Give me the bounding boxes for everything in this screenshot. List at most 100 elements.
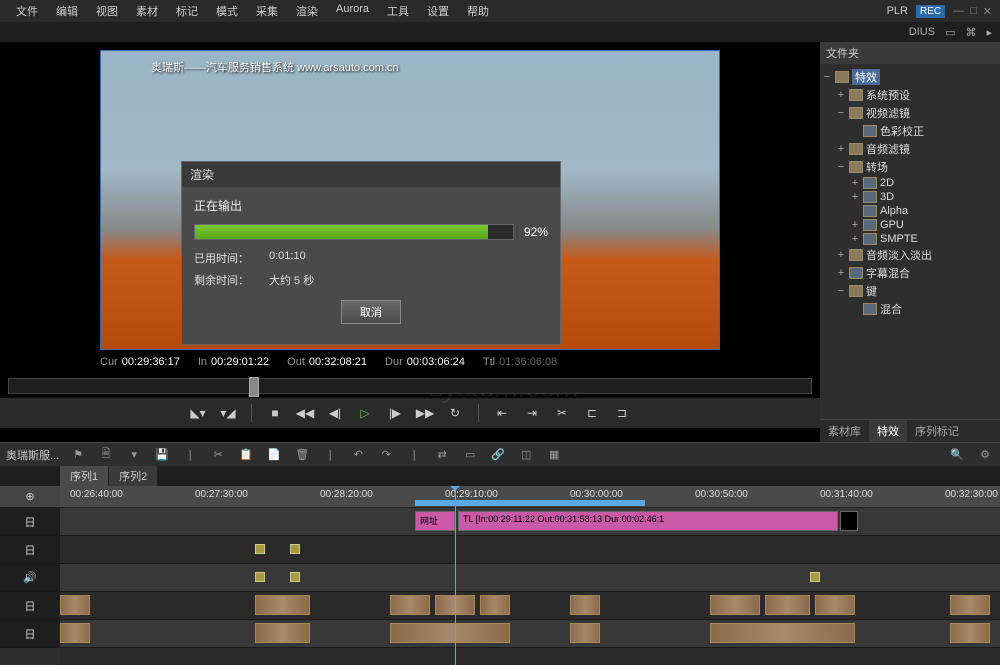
split-icon[interactable]: ✂ — [551, 404, 573, 422]
audio-clip[interactable] — [60, 623, 90, 643]
tl-flag-icon[interactable]: ⚑ — [69, 447, 87, 463]
play-button[interactable]: ▷ — [354, 404, 376, 422]
marker-clip[interactable] — [290, 572, 300, 582]
tab-markers[interactable]: 序列标记 — [907, 420, 967, 442]
ffwd-button[interactable]: ▶▶ — [414, 404, 436, 422]
fx-alpha[interactable]: Alpha — [880, 205, 908, 217]
viewer-frame[interactable]: 奥瑞斯——汽车服务销售系统 www.arsauto.com.cn 渲染 正在输出… — [100, 50, 720, 350]
video-clip[interactable] — [710, 595, 760, 615]
layout-icon[interactable]: ▭ — [945, 26, 955, 39]
track-header-v1[interactable]: 日 — [0, 536, 60, 564]
tl-undo-icon[interactable]: ↶ — [349, 447, 367, 463]
fx-video-filter[interactable]: 视频滤镜 — [866, 105, 910, 121]
tl-link-icon[interactable]: 🔗 — [489, 447, 507, 463]
video-clip[interactable] — [570, 595, 600, 615]
fx-audio-filter[interactable]: 音频滤镜 — [866, 141, 910, 157]
menu-settings[interactable]: 设置 — [419, 1, 457, 21]
title-clip-2[interactable]: TL [In:00:29:11:22 Out:00:31:58:13 Dur:0… — [458, 511, 838, 531]
rewind-button[interactable]: ◀◀ — [294, 404, 316, 422]
expand-icon[interactable]: − — [836, 161, 846, 173]
track-header-a1[interactable]: 🔊 — [0, 564, 60, 592]
mark-in-icon[interactable]: ◣▾ — [187, 404, 209, 422]
track-title[interactable]: 网址 TL [In:00:29:11:22 Out:00:31:58:13 Du… — [60, 508, 1000, 536]
stop-button[interactable]: ■ — [264, 404, 286, 422]
fx-3d[interactable]: 3D — [880, 191, 894, 203]
close-icon[interactable]: ✕ — [983, 5, 992, 18]
track-a0[interactable] — [60, 620, 1000, 648]
fx-color-correct[interactable]: 色彩校正 — [880, 123, 924, 139]
audio-clip[interactable] — [570, 623, 600, 643]
video-clip[interactable] — [255, 595, 310, 615]
fx-audio-fade[interactable]: 音频淡入淡出 — [866, 247, 932, 263]
fx-title-mix[interactable]: 字幕混合 — [866, 265, 910, 281]
track-header-a0[interactable]: 日 — [0, 620, 60, 648]
sequence-tab-2[interactable]: 序列2 — [109, 466, 158, 486]
title-clip-1[interactable]: 网址 — [415, 511, 455, 531]
tab-effects[interactable]: 特效 — [869, 420, 907, 442]
step-fwd-button[interactable]: |▶ — [384, 404, 406, 422]
expand-icon[interactable]: − — [836, 107, 846, 119]
tl-ripple-icon[interactable]: ⇄ — [433, 447, 451, 463]
menu-marker[interactable]: 标记 — [168, 1, 206, 21]
menu-view[interactable]: 视图 — [88, 1, 126, 21]
track-a1[interactable] — [60, 564, 1000, 592]
minimize-icon[interactable]: — — [953, 5, 964, 18]
video-clip[interactable] — [815, 595, 855, 615]
expand-icon[interactable]: + — [836, 267, 846, 279]
menu-render[interactable]: 渲染 — [288, 1, 326, 21]
fx-2d[interactable]: 2D — [880, 177, 894, 189]
expand-icon[interactable]: − — [822, 71, 832, 83]
step-back-button[interactable]: ◀| — [324, 404, 346, 422]
tl-zoom-icon[interactable]: 🔍 — [948, 447, 966, 463]
fx-root[interactable]: 特效 — [852, 69, 880, 85]
expand-icon[interactable]: + — [836, 89, 846, 101]
scrub-handle[interactable] — [249, 377, 259, 397]
tl-paste-icon[interactable]: 📄 — [265, 447, 283, 463]
track-v1[interactable] — [60, 536, 1000, 564]
video-clip[interactable] — [60, 595, 90, 615]
tl-mode-icon[interactable]: ▦ — [545, 447, 563, 463]
trim-in-icon[interactable]: ⊏ — [581, 404, 603, 422]
next-edit-icon[interactable]: ⇥ — [521, 404, 543, 422]
marker-clip[interactable] — [255, 572, 265, 582]
video-clip[interactable] — [950, 595, 990, 615]
audio-clip[interactable] — [710, 623, 855, 643]
menu-clip[interactable]: 素材 — [128, 1, 166, 21]
track-header-v0[interactable]: 日 — [0, 592, 60, 620]
tl-snap-icon[interactable]: ◫ — [517, 447, 535, 463]
audio-clip[interactable] — [255, 623, 310, 643]
tl-dropdown-icon[interactable]: ▾ — [125, 447, 143, 463]
marker-clip[interactable] — [810, 572, 820, 582]
tl-cut-icon[interactable]: ✂ — [209, 447, 227, 463]
audio-clip[interactable] — [950, 623, 990, 643]
fx-sys-preset[interactable]: 系统预设 — [866, 87, 910, 103]
audio-clip[interactable] — [390, 623, 510, 643]
timeline-body[interactable]: 00:26:40:00 00:27:30:00 00:28:20:00 00:2… — [60, 486, 1000, 665]
menu-tools[interactable]: 工具 — [379, 1, 417, 21]
maximize-icon[interactable]: □ — [970, 5, 977, 18]
marker-clip[interactable] — [255, 544, 265, 554]
tl-delete-icon[interactable]: 🗑 — [293, 447, 311, 463]
track-v0[interactable] — [60, 592, 1000, 620]
expand-icon[interactable]: + — [850, 233, 860, 245]
mark-out-icon[interactable]: ▾◢ — [217, 404, 239, 422]
menu-aurora[interactable]: Aurora — [328, 1, 377, 21]
video-clip[interactable] — [480, 595, 510, 615]
fx-transition[interactable]: 转场 — [866, 159, 888, 175]
expand-icon[interactable]: + — [850, 191, 860, 203]
fx-smpte[interactable]: SMPTE — [880, 233, 918, 245]
title-clip-3[interactable] — [840, 511, 858, 531]
trim-out-icon[interactable]: ⊐ — [611, 404, 633, 422]
menu-edit[interactable]: 编辑 — [48, 1, 86, 21]
scrubber[interactable] — [8, 378, 812, 394]
tl-save-icon[interactable]: 💾 — [153, 447, 171, 463]
menu-file[interactable]: 文件 — [8, 1, 46, 21]
playhead[interactable] — [455, 486, 456, 665]
expand-icon[interactable]: + — [850, 177, 860, 189]
tl-redo-icon[interactable]: ↷ — [377, 447, 395, 463]
expand-icon[interactable]: + — [836, 143, 846, 155]
chain-icon[interactable]: ⌘ — [965, 26, 976, 39]
cancel-button[interactable]: 取消 — [341, 300, 401, 324]
tl-settings-icon[interactable]: ⚙ — [976, 447, 994, 463]
tl-new-icon[interactable]: 🗎 — [97, 447, 115, 463]
